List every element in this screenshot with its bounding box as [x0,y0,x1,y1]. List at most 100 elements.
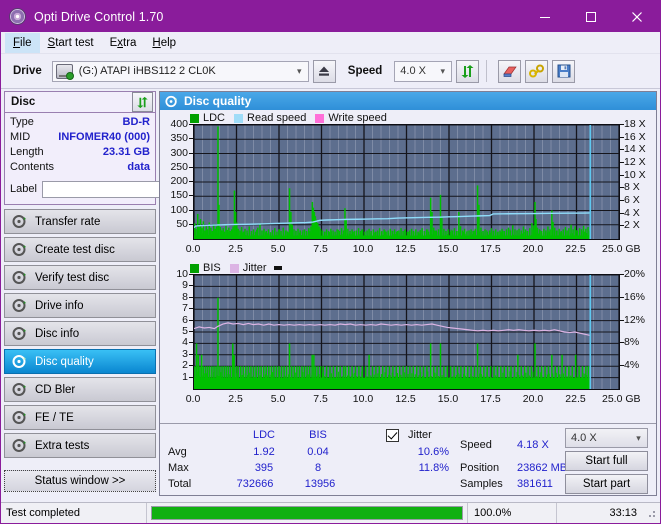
drive-label: Drive [13,65,42,77]
y-axis-tick: 10 [176,268,188,280]
y2-axis-tickmark [620,319,624,321]
disc-test-icon [12,270,27,285]
window-controls [522,1,660,32]
save-button[interactable] [552,59,576,83]
disc-panel-header: Disc [5,92,155,113]
legend-label-bis: BIS [203,262,221,274]
menu-help[interactable]: Help [144,33,184,53]
sidebar-item-extra-tests[interactable]: Extra tests [4,433,156,458]
key-icon [528,64,544,78]
y-axis-tickmark [189,285,193,287]
drive-select-value: (G:) ATAPI iHBS112 2 CL0K [78,65,216,77]
eject-icon [319,66,330,76]
legend-label-ldc: LDC [203,112,226,124]
disc-test-icon [12,214,27,229]
y-axis-tick: 300 [170,146,188,159]
x-axis-tick: 10.0 [352,393,374,405]
app-disc-icon [9,8,26,25]
legend-entry-jitter: Jitter [229,262,267,274]
y-axis-tickmark [189,274,193,275]
menu-file[interactable]: FFileile [5,32,40,53]
legend-entry-read-speed: Read speed [234,112,306,124]
disc-row-contents: Contents data [10,160,150,175]
menu-start-test[interactable]: Start test [40,33,102,53]
legend-swatch-read-speed [234,113,244,123]
eraser-icon [503,66,517,77]
disc-row-length: Length 23.31 GB [10,145,150,160]
y2-axis-tickmark [620,174,624,176]
x-axis-tick: 25.0 GB [602,243,641,255]
sidebar: Disc Type BD-R MID INFOMER40 (000) Lengt… [1,89,246,496]
jitter-checkbox[interactable] [386,429,399,442]
drive-select[interactable]: (G:) ATAPI iHBS112 2 CL0K ▾ [51,60,309,82]
y-axis-tick: 7 [182,302,188,315]
sidebar-item-disc-quality[interactable]: Disc quality [4,349,156,374]
erase-button[interactable] [498,59,522,83]
sidebar-item-cd-bler[interactable]: CD Bler [4,377,156,402]
chevron-down-icon: ▾ [636,432,641,443]
close-icon[interactable] [614,1,660,32]
speed-select-value: 4.0 X [400,65,426,77]
legend-swatch-bis [190,263,199,273]
y2-axis-tick: 8 X [624,181,640,194]
main-panel-header: Disc quality [160,92,656,110]
start-full-button[interactable]: Start full [565,451,648,471]
y-axis-tick: 6 [182,313,188,326]
sidebar-item-fe-te[interactable]: FE / TE [4,405,156,430]
x-axis-tick: 0.0 [185,243,201,255]
y2-axis-tickmark [620,149,624,151]
y2-axis-tick: 2 X [624,219,640,232]
y-axis-tick: 5 [182,325,188,337]
y-axis-tickmark [189,365,193,367]
stats-panel: LDC BIS Jitter Avg Max Total 1.92 395 73… [160,423,656,495]
disc-test-icon [12,410,27,425]
legend-swatch-write-speed [315,113,325,123]
main-panel: Disc quality LDC Read speed Write speed … [159,91,657,496]
refresh-button[interactable] [456,59,480,83]
speed-select[interactable]: 4.0 X ▾ [394,60,453,82]
y-axis-tick: 350 [170,132,188,145]
disc-row-mid: MID INFOMER40 (000) [10,130,150,145]
sidebar-item-verify-test-disc[interactable]: Verify test disc [4,265,156,290]
body: Disc Type BD-R MID INFOMER40 (000) Lengt… [1,89,660,496]
stats-samples-label: Samples [460,478,503,490]
chevron-down-icon: ▾ [440,65,446,76]
sidebar-item-label: Extra tests [35,439,90,452]
sidebar-item-drive-info[interactable]: Drive info [4,293,156,318]
y-axis-tickmark [189,331,193,332]
sidebar-item-transfer-rate[interactable]: Transfer rate [4,209,156,234]
y-axis-tickmark [189,195,193,197]
legend-label-read-speed: Read speed [247,112,307,124]
page-title: Disc quality [184,94,252,108]
y-axis-tick: 200 [170,175,188,187]
status-window-button[interactable]: Status window >> [4,470,156,492]
start-part-button[interactable]: Start part [565,474,648,494]
y-axis-tick: 250 [170,160,188,173]
legend-swatch-jitter [229,263,239,273]
sidebar-item-create-test-disc[interactable]: Create test disc [4,237,156,262]
sidebar-item-label: Drive info [35,299,84,312]
disc-test-icon [12,326,27,341]
legend-entry-ldc: LDC [190,112,225,124]
disc-row-type: Type BD-R [10,115,150,130]
menu-extra[interactable]: Extra [102,33,145,53]
y2-axis-tick: 6 X [624,194,640,206]
y2-axis-tick: 4 X [624,206,640,219]
minimize-icon[interactable] [522,1,568,32]
y2-axis-tick: 18 X [624,118,646,130]
disc-refresh-button[interactable] [132,92,153,112]
maximize-icon[interactable] [568,1,614,32]
x-axis-tick: 25.0 GB [602,393,641,405]
test-speed-select[interactable]: 4.0 X ▾ [565,428,648,448]
x-axis-tick: 10.0 [352,243,374,255]
eject-button[interactable] [312,59,336,83]
y2-axis-tickmark [620,274,624,275]
stats-row-avg: Avg [168,446,187,458]
sidebar-nav: Transfer rate Create test disc Verify te… [4,209,156,458]
key-button[interactable] [525,59,549,83]
sidebar-item-disc-info[interactable]: Disc info [4,321,156,346]
disc-test-icon [12,242,27,257]
resize-grip-icon[interactable] [645,507,657,519]
y-axis-tick: 9 [182,279,188,292]
toolbar: Drive (G:) ATAPI iHBS112 2 CL0K ▾ Speed … [1,54,660,89]
